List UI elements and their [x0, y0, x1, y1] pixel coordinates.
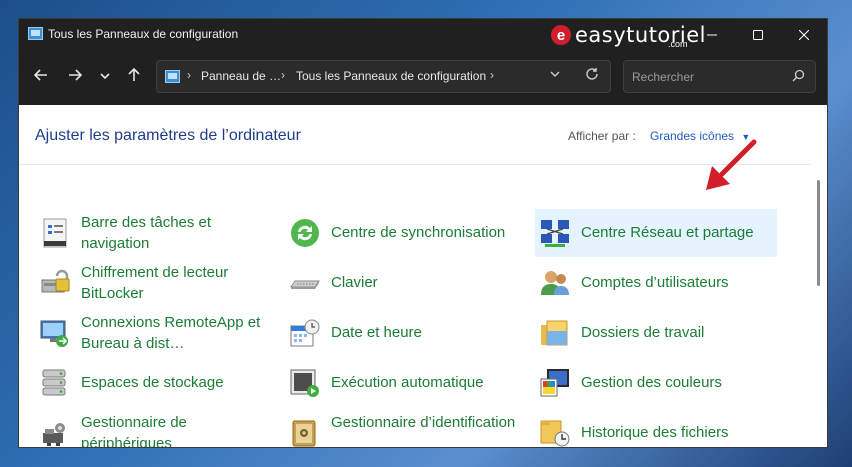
annotation-arrow [706, 139, 757, 190]
close-button[interactable] [781, 19, 827, 51]
item-label: Dossiers de travail [581, 324, 705, 341]
item-label: Centre de synchronisation [331, 224, 506, 241]
maximize-icon [753, 30, 763, 40]
remoteapp-icon [40, 320, 68, 347]
item-label: Gestionnaire de périphériques [81, 414, 187, 448]
network-icon [541, 220, 569, 247]
item-file-history[interactable]: Historique des fichiers [535, 409, 775, 447]
refresh-icon [586, 68, 598, 80]
chevron-right-icon: › [187, 68, 191, 82]
up-button[interactable] [123, 67, 145, 88]
close-icon [799, 30, 809, 40]
item-credential-manager[interactable]: Gestionnaire d’identification [285, 409, 525, 447]
chevron-right-icon[interactable]: › [281, 68, 285, 82]
keyboard-icon [290, 280, 320, 289]
item-storage-spaces[interactable]: Espaces de stockage [35, 359, 275, 407]
item-label: Gestionnaire d’identification [331, 414, 516, 431]
taskbar-icon [43, 218, 67, 248]
storage-icon [42, 369, 66, 396]
divider [19, 164, 811, 165]
item-device-manager[interactable]: Gestionnaire de périphériques [35, 409, 275, 448]
chevron-right-icon[interactable]: › [490, 68, 494, 82]
vertical-scrollbar[interactable] [817, 180, 820, 286]
item-work-folders[interactable]: Dossiers de travail [535, 309, 775, 357]
search-box[interactable] [623, 60, 816, 93]
breadcrumb-control-panel[interactable]: Panneau de … [201, 69, 281, 83]
item-label: Clavier [331, 274, 378, 291]
item-label: Gestion des couleurs [581, 374, 722, 391]
arrow-right-icon [69, 69, 83, 81]
item-label: Exécution automatique [331, 374, 484, 391]
device-manager-icon [43, 423, 65, 446]
item-label: Espaces de stockage [81, 374, 224, 391]
item-network-sharing[interactable]: Centre Réseau et partage [535, 209, 777, 257]
recent-locations-button[interactable] [94, 68, 116, 88]
item-label: Chiffrement de lecteur BitLocker [81, 264, 229, 302]
control-panel-window: Tous les Panneaux de configuration e eas… [18, 18, 828, 448]
arrow-up-icon [128, 67, 140, 81]
item-user-accounts[interactable]: Comptes d’utilisateurs [535, 259, 775, 307]
item-date-time[interactable]: Date et heure [285, 309, 525, 357]
minimize-button[interactable] [689, 19, 735, 51]
item-label: Connexions RemoteApp et Bureau à dist… [81, 314, 261, 352]
item-label: Historique des fichiers [581, 424, 729, 441]
item-sync-center[interactable]: Centre de synchronisation [285, 209, 525, 257]
title-bar[interactable]: Tous les Panneaux de configuration e eas… [19, 19, 827, 51]
credential-manager-icon [292, 420, 316, 447]
item-keyboard[interactable]: Clavier [285, 259, 525, 307]
item-label: Barre des tâches et navigation [81, 214, 212, 252]
item-taskbar[interactable]: Barre des tâches et navigation [35, 209, 275, 257]
search-input[interactable] [632, 68, 782, 86]
page-heading: Ajuster les paramètres de l’ordinateur [35, 127, 301, 144]
calendar-clock-icon [290, 319, 320, 347]
color-management-icon [540, 369, 569, 397]
maximize-button[interactable] [735, 19, 781, 51]
file-history-icon [540, 420, 570, 447]
refresh-button[interactable] [585, 67, 599, 85]
item-label: Date et heure [331, 324, 422, 341]
autoplay-icon [290, 369, 319, 397]
control-panel-icon [165, 70, 180, 83]
users-icon [541, 271, 569, 295]
forward-button[interactable] [64, 68, 86, 88]
control-panel-icon [28, 27, 43, 40]
item-bitlocker[interactable]: Chiffrement de lecteur BitLocker [35, 259, 275, 307]
item-label: Comptes d’utilisateurs [581, 274, 729, 291]
breadcrumb-all-items[interactable]: Tous les Panneaux de configuration [296, 69, 486, 83]
address-dropdown-button[interactable] [549, 68, 561, 83]
brand-logo: e [551, 25, 571, 45]
search-icon[interactable] [792, 69, 805, 85]
bitlocker-icon [41, 269, 70, 293]
brand-watermark: e easytutoriel .com [551, 21, 706, 49]
window-title: Tous les Panneaux de configuration [48, 27, 239, 41]
minimize-icon [707, 34, 717, 36]
chevron-down-icon [550, 71, 560, 77]
item-remoteapp[interactable]: Connexions RemoteApp et Bureau à dist… [35, 309, 275, 357]
sync-icon [291, 219, 319, 247]
navigation-bar: › Panneau de … › Tous les Panneaux de co… [19, 51, 827, 105]
back-button[interactable] [30, 68, 52, 88]
work-folders-icon [541, 320, 568, 346]
brand-suffix: .com [668, 39, 688, 49]
item-label: Centre Réseau et partage [581, 224, 754, 241]
chevron-down-icon [100, 73, 110, 80]
view-by-label: Afficher par : [568, 129, 636, 143]
arrow-left-icon [33, 69, 47, 81]
item-color-management[interactable]: Gestion des couleurs [535, 359, 775, 407]
item-autoplay[interactable]: Exécution automatique [285, 359, 525, 407]
address-bar[interactable]: › Panneau de … › Tous les Panneaux de co… [156, 60, 611, 93]
